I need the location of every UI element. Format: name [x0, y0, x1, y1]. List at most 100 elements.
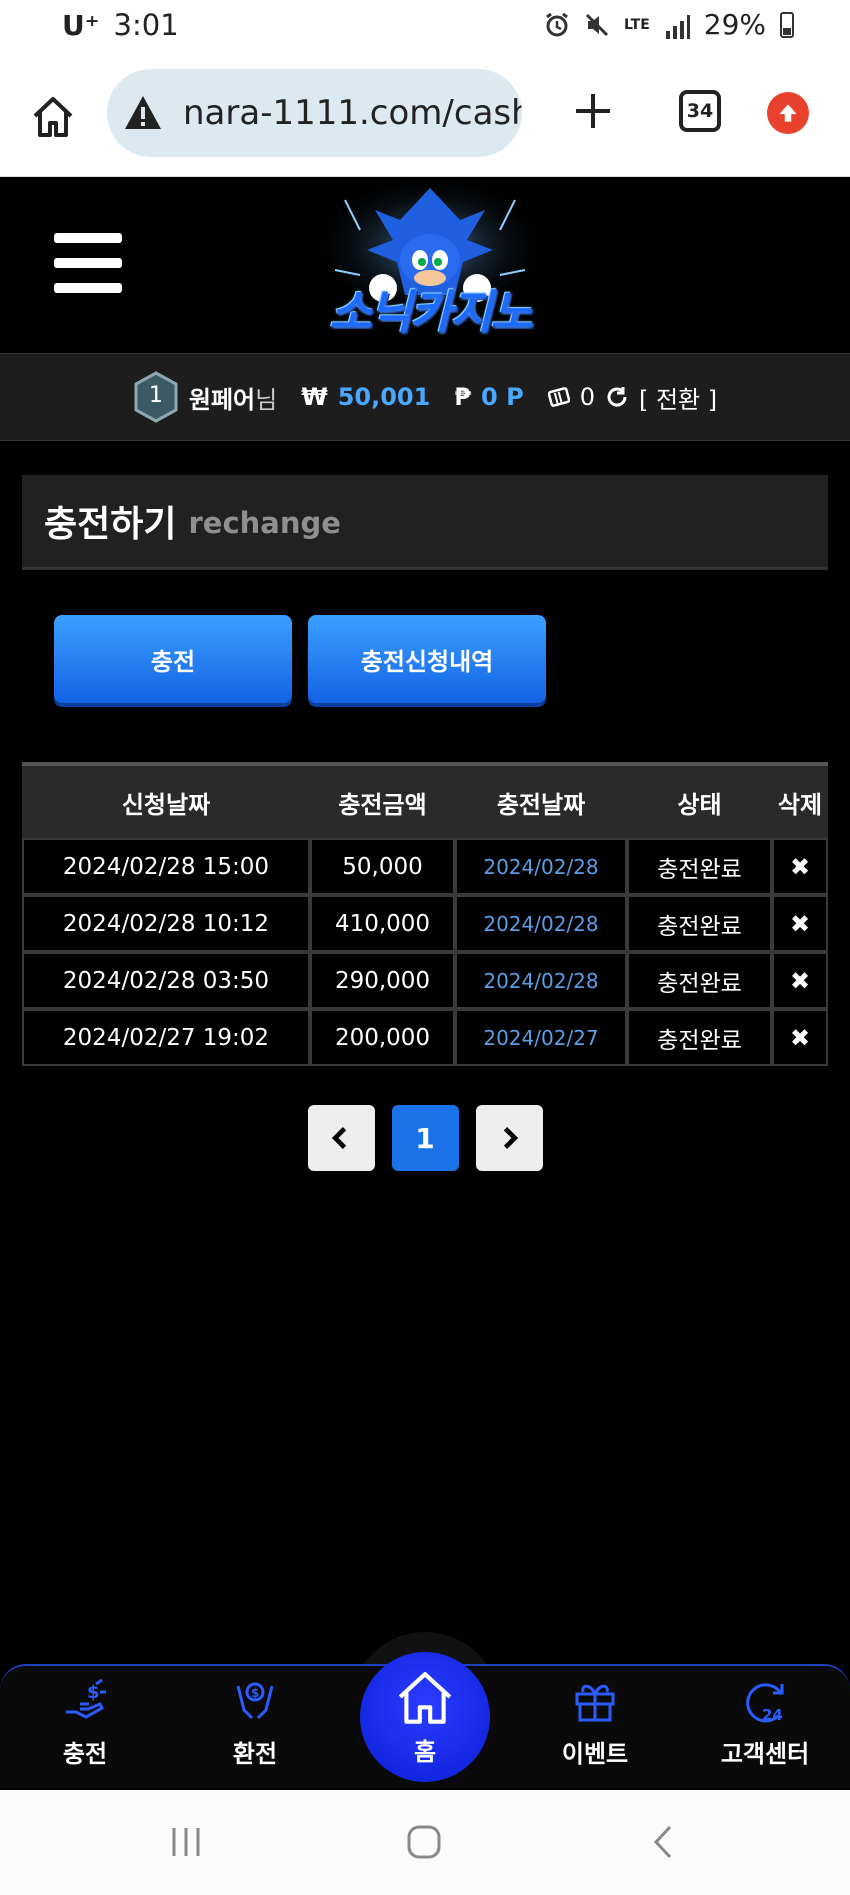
section-title-en: rechange [188, 506, 341, 540]
support-24-icon: 24 [746, 1683, 784, 1724]
home-icon [398, 1671, 452, 1724]
amount-cell: 410,000 [310, 895, 455, 952]
amount-cell: 290,000 [310, 952, 455, 1009]
section-title: 충전하기 rechange [22, 475, 828, 570]
table-row: 2024/02/28 15:00 50,000 2024/02/28 충전완료 … [22, 838, 828, 895]
user-name: 원페어 [188, 385, 256, 414]
level-badge: 1 [133, 371, 179, 423]
network-label: LTE [624, 16, 650, 33]
charge-history-table: 신청날짜 충전금액 충전날짜 상태 삭제 2024/02/28 15:00 50… [22, 762, 828, 1066]
table-row: 2024/02/27 19:02 200,000 2024/02/27 충전완료… [22, 1009, 828, 1066]
user-points: 0 P [481, 383, 524, 411]
prev-page-icon[interactable] [307, 1105, 375, 1171]
convert-button[interactable]: [ 전환 ] [639, 380, 717, 415]
header-amount: 충전금액 [310, 762, 455, 838]
warning-icon[interactable] [123, 93, 163, 133]
back-icon[interactable] [646, 1824, 682, 1864]
delete-icon[interactable]: ✖ [790, 1024, 810, 1052]
user-info-bar: 1 원페어 님 ₩ 50,001 ₱ 0 P 0 [ 전환 ] [0, 353, 850, 441]
delete-icon[interactable]: ✖ [790, 910, 810, 938]
nav-event[interactable]: 이벤트 [530, 1676, 660, 1769]
nav-support[interactable]: 24 고객센터 [700, 1676, 830, 1769]
status-cell: 충전완료 [627, 1009, 772, 1066]
nav-home-label: 홈 [413, 1737, 437, 1766]
amount-cell: 200,000 [310, 1009, 455, 1066]
alarm-icon [544, 12, 570, 38]
next-page-icon[interactable] [475, 1105, 543, 1171]
amount-cell: 50,000 [310, 838, 455, 895]
status-cell: 충전완료 [627, 895, 772, 952]
nav-charge[interactable]: $ 충전 [20, 1676, 150, 1769]
status-bar: U⁺ 3:01 LTE 29% [0, 0, 850, 52]
signal-icon [664, 13, 690, 39]
pagination: 1 [0, 1105, 850, 1171]
site-logo[interactable]: 소닉카지노 [305, 180, 555, 350]
refresh-icon[interactable] [605, 385, 629, 409]
coupon-icon [547, 386, 570, 408]
svg-text:$: $ [251, 1686, 259, 1700]
menu-icon[interactable] [54, 233, 122, 293]
exchange-hands-icon: $ [236, 1682, 274, 1720]
recent-apps-icon[interactable] [168, 1824, 204, 1864]
delete-cell: ✖ [772, 895, 828, 952]
charge-date-cell: 2024/02/28 [455, 838, 627, 895]
site-header: 소닉카지노 [0, 178, 850, 353]
new-tab-icon[interactable] [572, 90, 614, 132]
status-cell: 충전완료 [627, 838, 772, 895]
home-nav-icon[interactable] [406, 1824, 442, 1864]
battery-icon [780, 11, 794, 38]
section-title-ko: 충전하기 [44, 504, 177, 545]
system-navigation-bar [0, 1790, 850, 1895]
nav-exchange[interactable]: $ 환전 [190, 1676, 320, 1769]
user-suffix: 님 [255, 385, 278, 414]
request-date-cell: 2024/02/28 15:00 [22, 838, 310, 895]
carrier-label: U⁺ [62, 8, 100, 42]
browser-toolbar: nara-1111.com/cash 34 [0, 52, 850, 177]
table-row: 2024/02/28 03:50 290,000 2024/02/28 충전완료… [22, 952, 828, 1009]
nav-exchange-label: 환전 [232, 1740, 278, 1768]
request-date-cell: 2024/02/28 03:50 [22, 952, 310, 1009]
clock: 3:01 [113, 8, 179, 42]
charge-hand-icon: $ [66, 1678, 106, 1719]
browser-home-icon[interactable] [30, 94, 76, 140]
user-balance: 50,001 [337, 383, 431, 411]
table-row: 2024/02/28 10:12 410,000 2024/02/28 충전완료… [22, 895, 828, 952]
url-text: nara-1111.com/cash [183, 93, 522, 133]
status-cell: 충전완료 [627, 952, 772, 1009]
charge-date-cell: 2024/02/28 [455, 952, 627, 1009]
header-charge-date: 충전날짜 [455, 762, 627, 838]
point-icon: ₱ [454, 383, 472, 411]
charge-button[interactable]: 충전 [54, 615, 292, 703]
header-delete: 삭제 [772, 762, 828, 838]
header-status: 상태 [627, 762, 772, 838]
request-date-cell: 2024/02/28 10:12 [22, 895, 310, 952]
table-header-row: 신청날짜 충전금액 충전날짜 상태 삭제 [22, 762, 828, 838]
charge-history-button[interactable]: 충전신청내역 [308, 615, 546, 703]
delete-cell: ✖ [772, 1009, 828, 1066]
won-icon: ₩ [301, 383, 328, 411]
delete-cell: ✖ [772, 838, 828, 895]
delete-cell: ✖ [772, 952, 828, 1009]
nav-charge-label: 충전 [62, 1740, 108, 1768]
nav-event-label: 이벤트 [561, 1740, 629, 1768]
charge-date-cell: 2024/02/27 [455, 1009, 627, 1066]
logo-text: 소닉카지노 [329, 285, 533, 339]
delete-icon[interactable]: ✖ [790, 967, 810, 995]
delete-icon[interactable]: ✖ [790, 853, 810, 881]
battery-percent: 29% [703, 8, 766, 41]
nav-home-button[interactable]: 홈 [360, 1652, 490, 1782]
support-badge: 24 [762, 1706, 783, 1724]
tab-switcher-button[interactable]: 34 [679, 90, 721, 132]
page-number-button[interactable]: 1 [391, 1105, 459, 1171]
address-bar[interactable]: nara-1111.com/cash [107, 69, 522, 157]
update-icon[interactable] [767, 92, 809, 134]
gift-icon [575, 1684, 615, 1722]
level-number: 1 [148, 383, 163, 408]
mute-icon [584, 12, 610, 38]
request-date-cell: 2024/02/27 19:02 [22, 1009, 310, 1066]
coupon-count: 0 [579, 383, 595, 411]
header-request-date: 신청날짜 [22, 762, 310, 838]
svg-text:$: $ [87, 1682, 100, 1703]
charge-date-cell: 2024/02/28 [455, 895, 627, 952]
nav-support-label: 고객센터 [720, 1740, 810, 1768]
